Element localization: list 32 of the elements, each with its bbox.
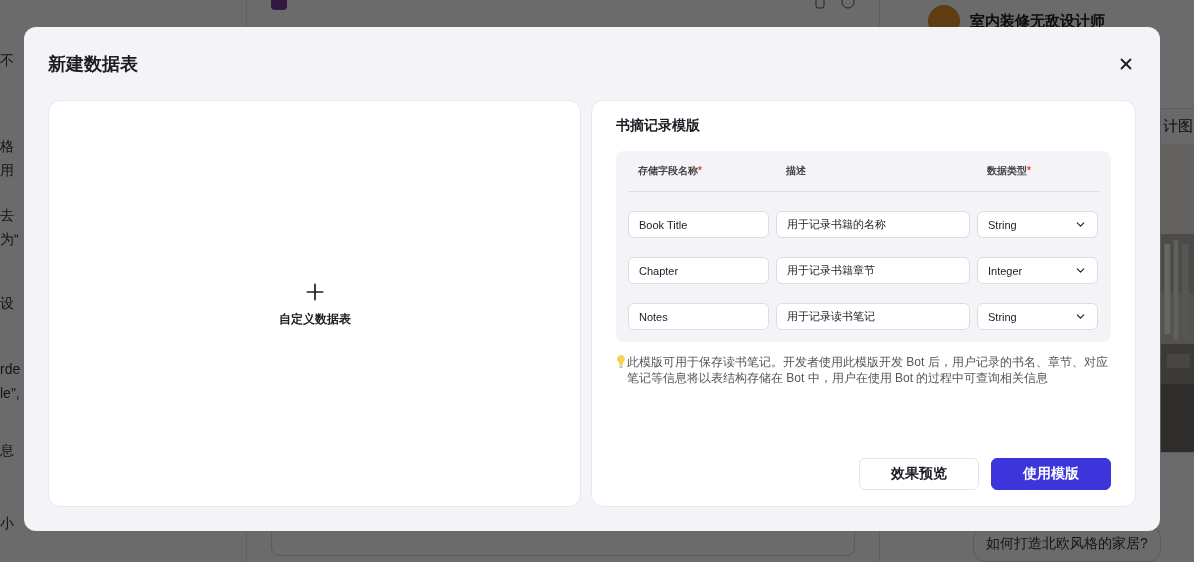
message-text: le",	[0, 384, 20, 403]
custom-table-card[interactable]: 自定义数据表	[48, 100, 581, 507]
use-template-button[interactable]: 使用模版	[991, 458, 1111, 490]
message-text: 小	[0, 514, 14, 533]
column-header: 数据类型*	[986, 164, 1032, 178]
lightbulb-icon	[616, 354, 626, 370]
dialog-title: 新建数据表	[48, 53, 138, 76]
field-name-input[interactable]: Chapter	[628, 257, 769, 284]
message-text: 息	[0, 441, 14, 460]
type-select[interactable]: String	[977, 303, 1098, 330]
field-name-input[interactable]: Book Title	[628, 211, 769, 238]
message-text: rde	[0, 360, 21, 379]
column-header: 存储字段名称*	[637, 164, 703, 178]
description-input[interactable]: 用于记录读书笔记	[776, 303, 970, 330]
message-text: 格	[0, 137, 14, 156]
template-title: 书摘记录模版	[616, 117, 701, 135]
card-title: 计图	[1162, 116, 1194, 136]
message-text: 去	[0, 206, 14, 225]
description-input[interactable]: 用于记录书籍章节	[776, 257, 970, 284]
message-text: 不	[0, 51, 14, 70]
custom-table-label: 自定义数据表	[278, 311, 351, 328]
field-name-input[interactable]: Notes	[628, 303, 769, 330]
message-text: 设	[0, 294, 14, 313]
preview-button[interactable]: 效果预览	[859, 458, 979, 490]
type-select[interactable]: Integer	[977, 257, 1098, 284]
column-header: 描述	[785, 164, 807, 178]
message-text: 用	[0, 161, 14, 180]
template-note: 此模版可用于保存读书笔记。开发者使用此模版开发 Bot 后，用户记录的书名、章节、对应笔记等信息将以表结构存储在 Bot 中，用户在使用 Bot 的过程中可查询相关信息	[627, 354, 1109, 386]
message-text: 为“	[0, 230, 19, 249]
app-icon	[271, 0, 287, 10]
description-input[interactable]: 用于记录书籍的名称	[776, 211, 970, 238]
type-select[interactable]: String	[977, 211, 1098, 238]
